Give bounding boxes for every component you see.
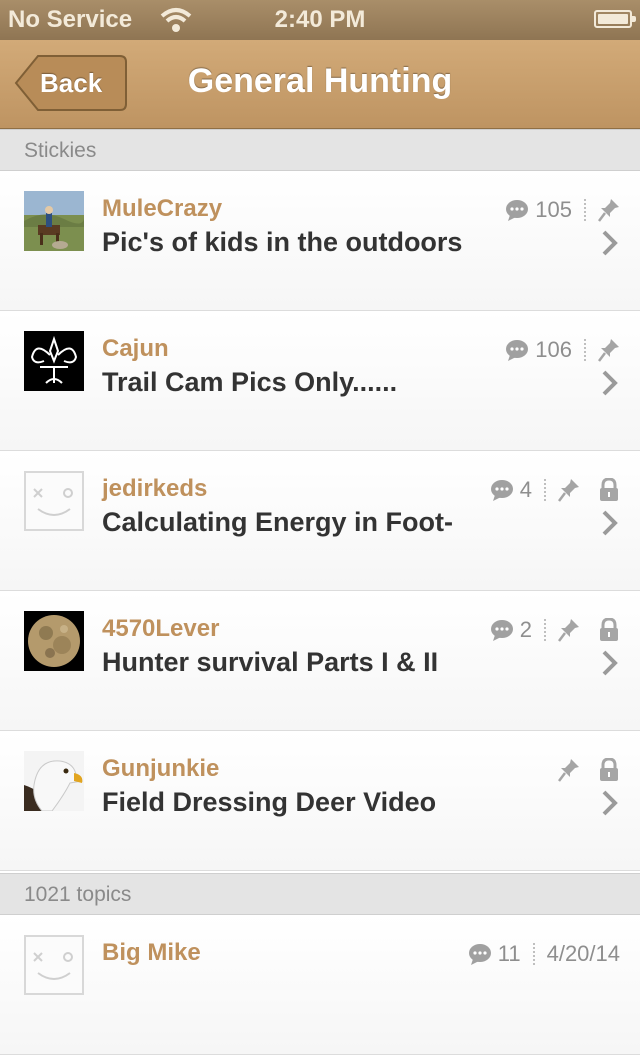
reply-count: 11	[497, 941, 521, 966]
reply-count: 105	[535, 197, 572, 222]
comment-icon	[468, 944, 491, 965]
author-name: Gunjunkie	[102, 755, 220, 782]
pin-icon	[558, 479, 579, 502]
comment-icon	[506, 340, 529, 361]
status-bar: No Service 2:40 PM	[0, 0, 640, 40]
author-name: Cajun	[102, 335, 169, 362]
avatar	[24, 191, 84, 251]
navigation-bar: Back General Hunting	[0, 40, 640, 129]
reply-count: 106	[535, 337, 572, 362]
topic-meta: 2	[490, 615, 620, 645]
comment-icon	[506, 200, 529, 221]
topic-meta: 106	[505, 335, 620, 365]
pin-icon	[558, 619, 579, 642]
lock-icon	[600, 478, 618, 501]
pin-icon	[598, 199, 619, 222]
author-name: 4570Lever	[102, 615, 220, 642]
author-name: MuleCrazy	[102, 195, 223, 222]
avatar	[24, 611, 84, 671]
page-title: General Hunting	[187, 62, 453, 100]
topic-title: Pic's of kids in the outdoors	[102, 227, 463, 257]
topic-title: Hunter survival Parts I & II	[102, 647, 439, 677]
comment-icon	[490, 480, 513, 501]
section-header-label: Stickies	[24, 139, 97, 162]
avatar	[24, 331, 84, 391]
lock-icon	[600, 758, 618, 781]
topic-title: Calculating Energy in Foot-	[102, 507, 454, 537]
reply-count: 4	[519, 477, 532, 502]
chevron-right-icon	[602, 650, 618, 676]
battery-icon	[594, 10, 636, 28]
pin-icon	[558, 759, 579, 782]
clock: 2:40 PM	[274, 6, 366, 33]
topic-meta	[558, 755, 620, 785]
chevron-right-icon	[602, 790, 618, 816]
section-header-stickies: Stickies	[0, 129, 640, 171]
topic-title: Field Dressing Deer Video	[102, 787, 437, 817]
avatar	[24, 935, 84, 995]
sticky-topic-row[interactable]: Gunjunkie Field Dressing Deer Video	[0, 731, 640, 871]
last-post-date: 4/20/14	[546, 941, 620, 966]
topic-meta: 4	[490, 475, 620, 505]
topic-meta: 11 4/20/14	[468, 939, 620, 969]
avatar	[24, 751, 84, 811]
sticky-topic-row[interactable]: MuleCrazy Pic's of kids in the outdoors …	[0, 171, 640, 311]
sticky-topic-row[interactable]: jedirkeds Calculating Energy in Foot- 4	[0, 451, 640, 591]
comment-icon	[490, 620, 513, 641]
section-header-label: 1021 topics	[24, 883, 132, 906]
topic-title: Trail Cam Pics Only......	[102, 367, 398, 397]
author-name: Big Mike	[102, 939, 201, 966]
author-name: jedirkeds	[102, 475, 208, 502]
chevron-right-icon	[602, 510, 618, 536]
section-header-topics: 1021 topics	[0, 873, 640, 915]
chevron-right-icon	[602, 230, 618, 256]
avatar	[24, 471, 84, 531]
lock-icon	[600, 618, 618, 641]
sticky-topic-row[interactable]: 4570Lever Hunter survival Parts I & II 2	[0, 591, 640, 731]
topic-row[interactable]: Big Mike 11 4/20/14	[0, 915, 640, 1055]
pin-icon	[598, 339, 619, 362]
topic-meta: 105	[505, 195, 620, 225]
chevron-right-icon	[602, 370, 618, 396]
reply-count: 2	[519, 617, 532, 642]
sticky-topic-row[interactable]: Cajun Trail Cam Pics Only...... 106	[0, 311, 640, 451]
